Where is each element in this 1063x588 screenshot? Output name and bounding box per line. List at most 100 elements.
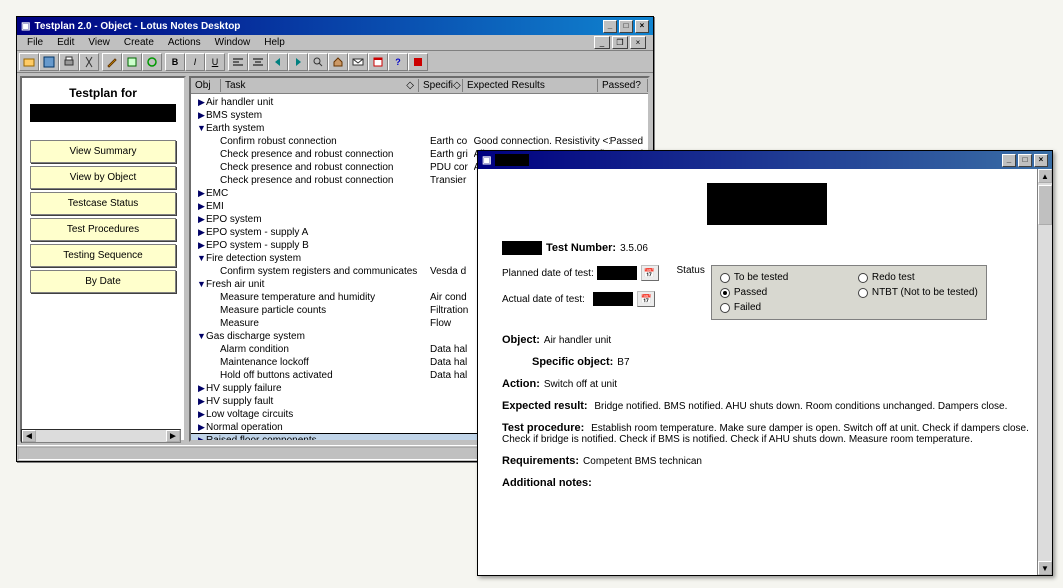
tree-row[interactable]: ▼Earth system — [191, 122, 648, 135]
toolbar: B I U ? — [17, 51, 653, 73]
toolbar-underline-icon[interactable]: U — [205, 53, 225, 71]
dialog-vertical-scrollbar[interactable]: ▲ ▼ — [1037, 169, 1052, 575]
actual-date-value — [593, 292, 633, 306]
horizontal-scrollbar[interactable]: ◄ ► — [21, 429, 181, 443]
toolbar-properties-icon[interactable] — [122, 53, 142, 71]
object-value: Air handler unit — [544, 335, 611, 346]
status-radio[interactable]: Passed — [720, 287, 840, 298]
toolbar-stop-icon[interactable] — [408, 53, 428, 71]
menu-create[interactable]: Create — [117, 36, 161, 49]
actual-date-label: Actual date of test: — [502, 294, 585, 305]
dialog-close-button[interactable]: × — [1034, 154, 1048, 167]
nav-test-procedures[interactable]: Test Procedures — [30, 218, 176, 241]
navigation-pane: Testplan for View Summary View by Object… — [20, 76, 186, 442]
maximize-button[interactable]: □ — [619, 20, 633, 33]
actual-date-calendar-icon[interactable]: 📅 — [637, 291, 655, 307]
toolbar-italic-icon[interactable]: I — [185, 53, 205, 71]
status-radio[interactable]: Failed — [720, 302, 840, 313]
toolbar-align-left-icon[interactable] — [228, 53, 248, 71]
nav-view-by-object[interactable]: View by Object — [30, 166, 176, 189]
toolbar-back-icon[interactable] — [268, 53, 288, 71]
app-icon: ▣ — [21, 21, 30, 32]
nav-view-summary[interactable]: View Summary — [30, 140, 176, 163]
expected-label: Expected result: — [502, 400, 588, 412]
minimize-button[interactable]: _ — [603, 20, 617, 33]
mdi-restore-button[interactable]: ❐ — [612, 36, 628, 49]
dialog-maximize-button[interactable]: □ — [1018, 154, 1032, 167]
title-bar: ▣ Testplan 2.0 - Object - Lotus Notes De… — [17, 17, 653, 35]
toolbar-forward-icon[interactable] — [288, 53, 308, 71]
specific-label: Specific object: — [532, 356, 613, 368]
menu-help[interactable]: Help — [257, 36, 292, 49]
planned-date-label: Planned date of test: — [502, 268, 594, 279]
expected-value: Bridge notified. BMS notified. AHU shuts… — [594, 401, 1007, 412]
scroll-left-icon[interactable]: ◄ — [22, 430, 36, 442]
mdi-close-button[interactable]: × — [630, 36, 646, 49]
menu-actions[interactable]: Actions — [161, 36, 208, 49]
scroll-down-icon[interactable]: ▼ — [1038, 561, 1052, 575]
scroll-thumb[interactable] — [1038, 185, 1052, 225]
nav-testcase-status[interactable]: Testcase Status — [30, 192, 176, 215]
dialog-icon: ▣ — [482, 155, 491, 166]
toolbar-save-icon[interactable] — [39, 53, 59, 71]
testplan-heading: Testplan for — [30, 86, 176, 100]
column-headers: Obj Task ◇ Specifi◇ Expected Results Pas… — [191, 78, 648, 94]
requirements-value: Competent BMS technican — [583, 456, 702, 467]
toolbar-calendar-icon[interactable] — [368, 53, 388, 71]
toolbar-refresh-icon[interactable] — [142, 53, 162, 71]
dialog-header-redacted — [707, 183, 827, 225]
scroll-right-icon[interactable]: ► — [166, 430, 180, 442]
testnumber-value: 3.5.06 — [620, 243, 648, 254]
toolbar-edit-icon[interactable] — [102, 53, 122, 71]
object-label: Object: — [502, 334, 540, 346]
status-group: To be tested Redo test Passed NTBT (Not to … — [711, 265, 987, 320]
menu-view[interactable]: View — [81, 36, 117, 49]
tree-row[interactable]: ▶BMS system — [191, 109, 648, 122]
menu-bar: File Edit View Create Actions Window Hel… — [17, 35, 653, 51]
specific-value: B7 — [617, 357, 629, 368]
status-radio[interactable]: NTBT (Not to be tested) — [858, 287, 978, 298]
tree-row[interactable]: Confirm robust connectionEarth coGood co… — [191, 135, 648, 148]
notes-label: Additional notes: — [502, 477, 592, 489]
scroll-up-icon[interactable]: ▲ — [1038, 169, 1052, 183]
requirements-label: Requirements: — [502, 455, 579, 467]
menu-file[interactable]: File — [20, 36, 50, 49]
planned-date-value — [597, 266, 637, 280]
nav-by-date[interactable]: By Date — [30, 270, 176, 293]
testcase-dialog: ▣ _ □ × Test Number: 3.5.06 Planned date… — [477, 150, 1053, 576]
dialog-title-bar: ▣ _ □ × — [478, 151, 1052, 169]
col-task[interactable]: Task ◇ — [221, 79, 419, 92]
toolbar-mail-icon[interactable] — [348, 53, 368, 71]
dialog-title-redacted — [495, 154, 529, 166]
planned-date-calendar-icon[interactable]: 📅 — [641, 265, 659, 281]
close-button[interactable]: × — [635, 20, 649, 33]
redacted-title — [30, 104, 176, 122]
toolbar-search-icon[interactable] — [308, 53, 328, 71]
action-value: Switch off at unit — [544, 379, 617, 390]
toolbar-bold-icon[interactable]: B — [165, 53, 185, 71]
action-label: Action: — [502, 378, 540, 390]
testnumber-prefix-redacted — [502, 241, 542, 255]
procedure-label: Test procedure: — [502, 422, 584, 434]
nav-testing-sequence[interactable]: Testing Sequence — [30, 244, 176, 267]
toolbar-help-icon[interactable]: ? — [388, 53, 408, 71]
toolbar-align-center-icon[interactable] — [248, 53, 268, 71]
status-radio[interactable]: To be tested — [720, 272, 840, 283]
toolbar-open-icon[interactable] — [19, 53, 39, 71]
col-specific[interactable]: Specifi◇ — [419, 79, 463, 92]
mdi-minimize-button[interactable]: _ — [594, 36, 610, 49]
menu-edit[interactable]: Edit — [50, 36, 81, 49]
window-title: Testplan 2.0 - Object - Lotus Notes Desk… — [34, 21, 240, 32]
col-expected[interactable]: Expected Results — [463, 79, 598, 92]
dialog-minimize-button[interactable]: _ — [1002, 154, 1016, 167]
toolbar-print-icon[interactable] — [59, 53, 79, 71]
col-passed[interactable]: Passed? — [598, 79, 648, 92]
status-label: Status — [677, 265, 705, 276]
toolbar-cut-icon[interactable] — [79, 53, 99, 71]
toolbar-home-icon[interactable] — [328, 53, 348, 71]
tree-row[interactable]: ▶Air handler unit — [191, 96, 648, 109]
status-radio[interactable]: Redo test — [858, 272, 978, 283]
col-obj[interactable]: Obj — [191, 79, 221, 92]
testnumber-label: Test Number: — [546, 242, 616, 254]
menu-window[interactable]: Window — [208, 36, 258, 49]
